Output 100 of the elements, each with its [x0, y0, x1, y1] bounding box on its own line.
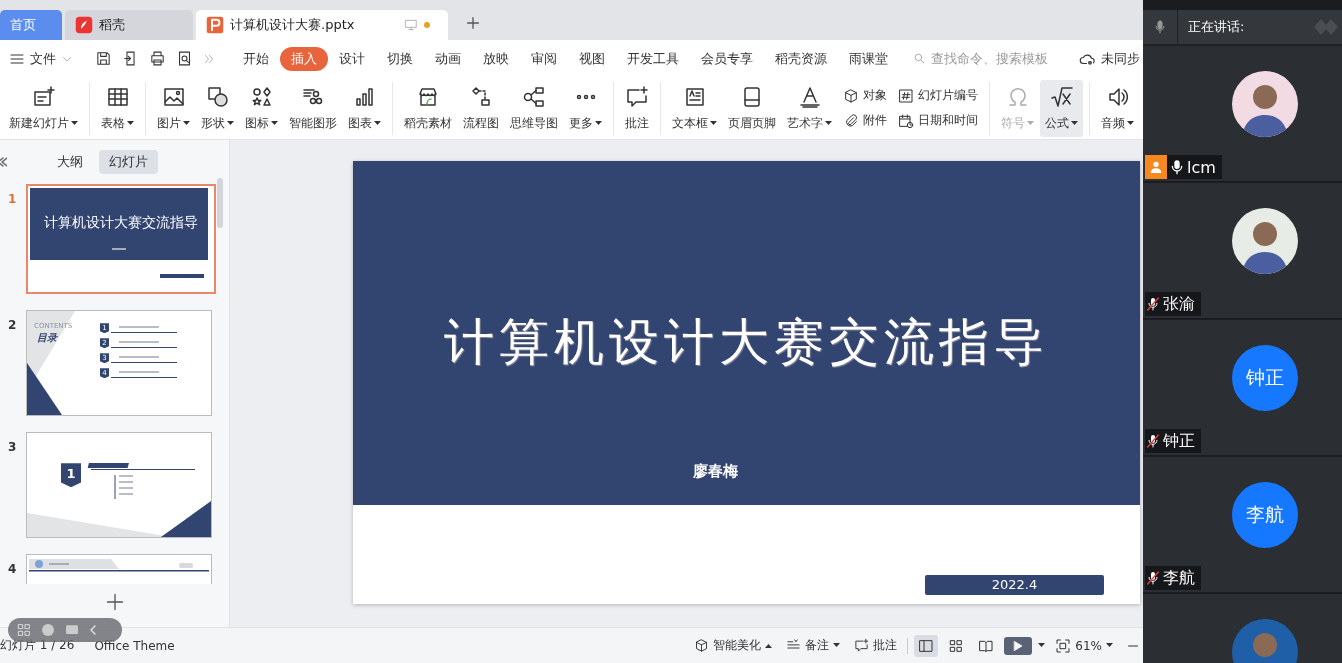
square-root-icon	[1049, 84, 1074, 109]
beautify-button[interactable]: 智能美化	[690, 634, 777, 658]
slide-canvas[interactable]: 计算机设计大赛交流指导 廖春梅 2022.4	[353, 161, 1140, 605]
slide-plus-icon	[31, 84, 56, 109]
ribbon-button[interactable]: 图表	[343, 79, 386, 138]
menu-tab[interactable]: 动画	[424, 46, 472, 71]
participant-name: 李航	[1163, 567, 1195, 589]
menu-tab[interactable]: 开发工具	[616, 46, 690, 71]
flowchart-icon	[469, 84, 493, 109]
shapes-grid-icon	[249, 84, 274, 109]
comment-plus-icon	[625, 84, 649, 109]
ribbon-button[interactable]: 表格	[96, 79, 139, 138]
ribbon-button[interactable]: 思维导图	[505, 79, 563, 138]
slide-title: 计算机设计大赛交流指导	[443, 312, 1050, 374]
caret-icon	[1027, 120, 1034, 126]
menu-tab[interactable]: 会员专享	[690, 46, 764, 71]
caret-icon	[183, 120, 190, 126]
participant-name: 钟正	[1163, 430, 1195, 452]
ribbon-button[interactable]: 形状	[196, 79, 239, 138]
menu-tab[interactable]: 审阅	[520, 46, 568, 71]
notes-button[interactable]: 备注	[782, 634, 845, 658]
ribbon-button[interactable]: 文本框	[667, 79, 722, 138]
ribbon-button[interactable]: 稻壳素材	[399, 79, 457, 138]
normal-view-icon	[918, 637, 935, 654]
caret-up-icon	[765, 643, 773, 649]
view-mode-button[interactable]	[914, 634, 939, 657]
avatar: 李航	[1232, 482, 1298, 548]
tab[interactable]: 稻壳	[65, 9, 193, 40]
leaf-logo-icon	[75, 15, 93, 34]
slide-thumbnail[interactable]: 计算机设计大赛交流指导	[26, 184, 216, 295]
play-icon	[1012, 639, 1025, 652]
slide-number: 4	[8, 561, 18, 579]
tab[interactable]: 计算机设计大赛.pptx	[196, 9, 448, 40]
zoom-button[interactable]: 61%	[1051, 634, 1117, 657]
ribbon-button[interactable]: 附件	[841, 111, 889, 131]
panel-tab[interactable]: 大纲	[47, 150, 93, 175]
ribbon-button[interactable]: 图标	[240, 79, 283, 138]
play-button[interactable]	[1004, 636, 1033, 655]
panel-tab[interactable]: 幻灯片	[99, 150, 158, 175]
caret-icon	[227, 120, 234, 126]
menu-tab[interactable]: 设计	[328, 46, 376, 71]
chat-icon	[40, 622, 56, 639]
double-chevron-icon	[203, 52, 215, 65]
participant-tile[interactable]: lcm	[1143, 46, 1342, 183]
number-marker: 1	[61, 463, 81, 488]
ribbon-button[interactable]: 音频	[1096, 79, 1139, 138]
grid-icon	[16, 622, 32, 639]
slide-thumbnail[interactable]: 1	[26, 432, 212, 539]
caret-icon	[1071, 120, 1078, 126]
slide-date: 2022.4	[925, 575, 1104, 596]
chevron-left-icon	[88, 624, 98, 637]
ribbon-button[interactable]: 新建幻灯片	[4, 79, 83, 138]
fit-screen-icon	[1055, 637, 1072, 654]
scrollbar[interactable]	[217, 178, 223, 229]
presentation-file-icon	[206, 15, 224, 34]
monitor-icon	[404, 17, 418, 32]
caret-icon	[710, 120, 717, 126]
plus-icon	[465, 14, 481, 31]
comments-button[interactable]: 批注	[850, 634, 902, 658]
menu-tab[interactable]: 视图	[568, 46, 616, 71]
caret-icon	[825, 120, 832, 126]
thumbnail-title: 计算机设计大赛交流指导	[43, 214, 199, 233]
caret-icon	[71, 120, 78, 126]
ribbon-button[interactable]: 艺术字	[782, 79, 837, 138]
menu-tab[interactable]: 放映	[472, 46, 520, 71]
ribbon-button[interactable]: 智能图形	[284, 79, 342, 138]
participant-tile[interactable]: 钟正 钟正	[1143, 320, 1342, 457]
menu-tab[interactable]: 切换	[376, 46, 424, 71]
comment-plus-icon	[854, 638, 870, 654]
ribbon-button[interactable]: 对象	[841, 86, 889, 106]
menu-tab[interactable]: 雨课堂	[838, 46, 899, 71]
sync-button[interactable]: 未同步	[1073, 46, 1145, 71]
caret-icon	[1038, 643, 1046, 649]
menu-tab[interactable]: 开始	[232, 46, 280, 71]
ribbon-button[interactable]: 幻灯片编号	[896, 86, 980, 106]
save-icon	[95, 50, 112, 68]
ribbon-button[interactable]: 图片	[152, 79, 195, 138]
file-menu-button[interactable]: 文件	[4, 46, 78, 71]
ribbon-button[interactable]: 流程图	[458, 79, 504, 138]
print-icon	[149, 50, 166, 68]
caret-icon	[833, 643, 841, 649]
ribbon-button[interactable]: 公式	[1040, 79, 1083, 138]
calendar-icon	[898, 112, 914, 129]
caret-icon	[595, 120, 602, 126]
cube-icon	[843, 87, 859, 104]
search-field[interactable]: 查找命令、搜索模板	[913, 50, 1073, 68]
menu-tab[interactable]: 稻壳资源	[764, 46, 838, 71]
participant-tile[interactable]: 张渝	[1143, 183, 1342, 320]
plus-icon	[104, 592, 125, 613]
hash-icon	[898, 87, 914, 104]
slide-number: 2	[8, 317, 18, 335]
microphone-icon	[1152, 19, 1168, 35]
caret-icon	[271, 120, 278, 126]
slide-counter: 幻灯片 1 / 26	[0, 637, 75, 655]
participant-tile[interactable]: 李航 李航	[1143, 457, 1342, 594]
ribbon-button[interactable]: 日期和时间	[896, 111, 980, 131]
ribbon-button[interactable]: 批注	[620, 79, 654, 138]
speaking-label: 正在讲话:	[1188, 18, 1245, 36]
ribbon-button[interactable]: 更多	[564, 79, 607, 138]
ribbon-button[interactable]: 页眉页脚	[723, 79, 781, 138]
